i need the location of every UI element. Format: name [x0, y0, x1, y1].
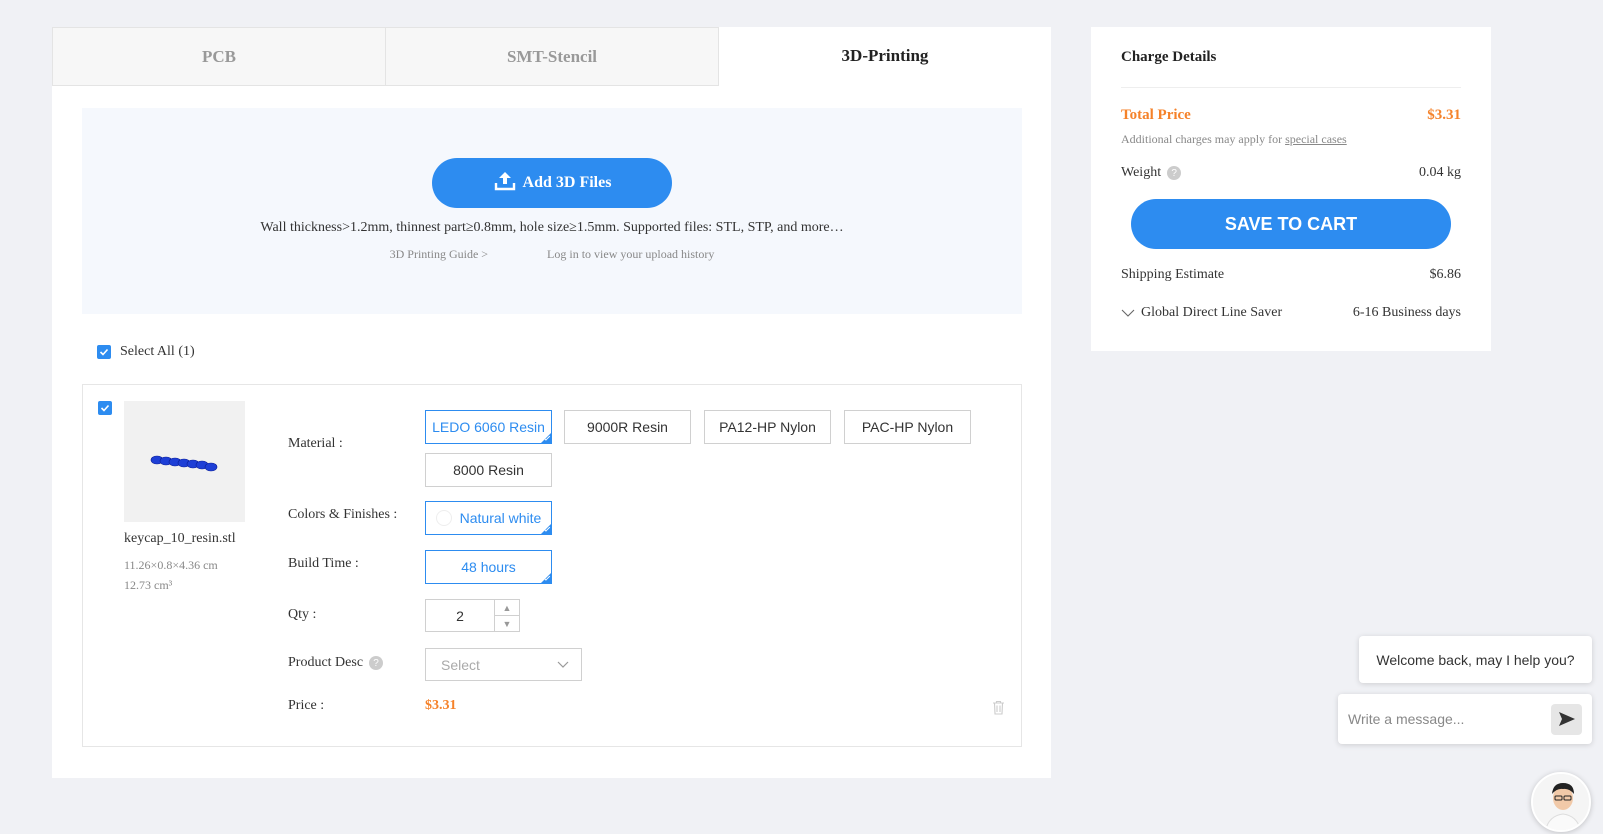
charge-details-panel: Charge Details Total Price $3.31 Additio…	[1091, 27, 1491, 351]
shipping-estimate-label: Shipping Estimate	[1121, 267, 1225, 282]
trash-icon[interactable]	[992, 700, 1005, 720]
chevron-down-icon	[557, 661, 569, 668]
product-desc-placeholder: Select	[441, 656, 480, 673]
color-option-label: Natural white	[459, 510, 542, 526]
total-price-label: Total Price	[1121, 107, 1191, 123]
support-avatar[interactable]	[1531, 772, 1591, 832]
chevron-down-icon	[1121, 309, 1135, 317]
chat-input-placeholder[interactable]: Write a message...	[1348, 711, 1551, 727]
build-time-option-48-hours[interactable]: 48 hours	[425, 550, 552, 584]
model-thumbnail[interactable]	[124, 401, 245, 522]
item-card: keycap_10_resin.stl 11.26×0.8×4.36 cm 12…	[82, 384, 1022, 747]
file-volume: 12.73 cm³	[124, 578, 173, 592]
help-icon[interactable]: ?	[369, 656, 384, 670]
help-icon[interactable]: ?	[1167, 166, 1182, 180]
additional-charges-text: Additional charges may apply for	[1121, 132, 1283, 146]
save-to-cart-button[interactable]: SAVE TO CART	[1131, 199, 1451, 249]
total-price-row: Total Price $3.31	[1121, 107, 1461, 124]
product-desc-row: Product Desc ?	[288, 655, 384, 671]
material-option-9000r-resin[interactable]: 9000R Resin	[564, 410, 691, 444]
weight-value: 0.04 kg	[1419, 165, 1461, 180]
weight-label-group: Weight ?	[1121, 165, 1182, 181]
material-option-ledo-6060-resin[interactable]: LEDO 6060 Resin	[425, 410, 552, 444]
check-icon	[100, 404, 110, 412]
quantity-value[interactable]: 2	[426, 600, 494, 631]
shipping-time: 6-16 Business days	[1352, 305, 1461, 320]
keycap-model-icon	[150, 455, 217, 471]
material-label: Material :	[288, 436, 343, 451]
shipping-method-toggle[interactable]: Global Direct Line Saver	[1121, 305, 1282, 321]
color-swatch	[435, 510, 452, 526]
quantity-arrows: ▲ ▼	[494, 600, 519, 631]
service-tabs: PCB SMT-Stencil 3D-Printing	[52, 27, 1051, 86]
agent-avatar-icon	[1533, 774, 1589, 830]
weight-label: Weight	[1121, 165, 1162, 180]
charge-details-title: Charge Details	[1121, 27, 1461, 88]
shipping-estimate-value: $6.86	[1429, 267, 1462, 282]
upload-links: 3D Printing Guide > Log in to view your …	[82, 247, 1022, 262]
file-meta: 11.26×0.8×4.36 cm 12.73 cm³	[124, 555, 218, 595]
tab-pcb[interactable]: PCB	[52, 27, 386, 86]
order-panel: PCB SMT-Stencil 3D-Printing Add 3D Files…	[52, 27, 1051, 778]
upload-area: Add 3D Files Wall thickness>1.2mm, thinn…	[82, 108, 1022, 314]
qty-label: Qty :	[288, 607, 317, 622]
upload-icon	[493, 169, 517, 198]
item-price: $3.31	[425, 698, 457, 713]
material-option-8000-resin[interactable]: 8000 Resin	[425, 453, 552, 487]
tab-smt-stencil[interactable]: SMT-Stencil	[386, 27, 719, 86]
check-icon	[99, 348, 109, 356]
item-checkbox[interactable]	[98, 401, 112, 415]
quantity-stepper[interactable]: 2 ▲ ▼	[425, 599, 520, 632]
total-price-value: $3.31	[1427, 107, 1461, 123]
file-name: keycap_10_resin.stl	[124, 531, 236, 546]
shipping-method-label: Global Direct Line Saver	[1141, 305, 1283, 320]
chat-greeting[interactable]: Welcome back, may I help you?	[1359, 636, 1592, 683]
color-option-natural-white[interactable]: Natural white	[425, 501, 552, 535]
tab-3d-printing[interactable]: 3D-Printing	[719, 27, 1051, 86]
build-time-label: Build Time :	[288, 556, 359, 571]
shipping-estimate-row: Shipping Estimate $6.86	[1121, 267, 1461, 283]
upload-hint: Wall thickness>1.2mm, thinnest part≥0.8m…	[260, 220, 844, 235]
product-desc-label: Product Desc	[288, 655, 364, 670]
material-option-pa12-hp-nylon[interactable]: PA12-HP Nylon	[704, 410, 831, 444]
product-desc-select[interactable]: Select	[425, 648, 582, 681]
send-icon[interactable]	[1551, 703, 1582, 735]
price-label: Price :	[288, 698, 325, 713]
shipping-method-row: Global Direct Line Saver 6-16 Business d…	[1121, 305, 1461, 321]
select-all-checkbox[interactable]	[97, 345, 111, 359]
decrement-icon[interactable]: ▼	[495, 615, 519, 631]
chat-input[interactable]: Write a message...	[1338, 694, 1592, 744]
upload-history-link[interactable]: Log in to view your upload history	[547, 247, 714, 261]
select-all: Select All (1)	[97, 344, 195, 360]
special-cases-link[interactable]: special cases	[1285, 132, 1347, 146]
material-option-pac-hp-nylon[interactable]: PAC-HP Nylon	[844, 410, 971, 444]
file-dimensions: 11.26×0.8×4.36 cm	[124, 558, 218, 572]
add-3d-files-label: Add 3D Files	[522, 174, 612, 191]
select-all-label: Select All (1)	[120, 344, 195, 359]
printing-guide-link[interactable]: 3D Printing Guide >	[390, 247, 488, 261]
add-3d-files-button[interactable]: Add 3D Files	[432, 158, 672, 208]
weight-row: Weight ? 0.04 kg	[1121, 165, 1461, 181]
colors-label: Colors & Finishes :	[288, 507, 398, 522]
additional-charges-note: Additional charges may apply for special…	[1121, 132, 1461, 147]
increment-icon[interactable]: ▲	[495, 600, 519, 615]
